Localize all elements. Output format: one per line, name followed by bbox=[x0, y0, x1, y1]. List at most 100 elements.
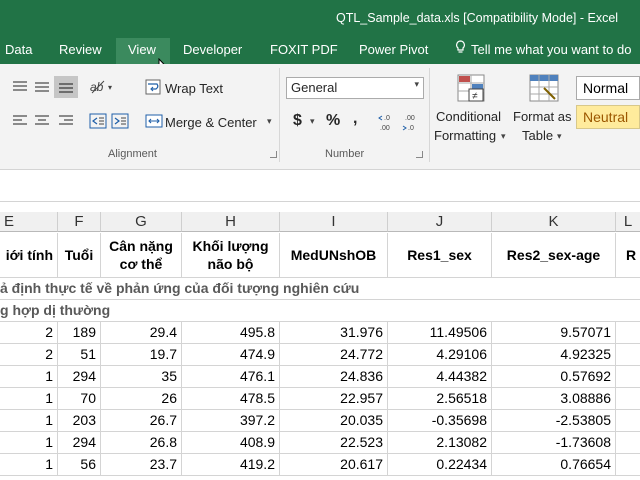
cell-res2-sex-age[interactable]: -1.73608 bbox=[492, 432, 616, 454]
column-header-h[interactable]: H bbox=[182, 212, 280, 232]
cell-body-weight[interactable]: 19.7 bbox=[101, 344, 182, 366]
tab-data[interactable]: Data bbox=[5, 38, 41, 64]
align-left-icon[interactable] bbox=[10, 112, 30, 130]
cell-body-weight[interactable]: 26.7 bbox=[101, 410, 182, 432]
column-header-i[interactable]: I bbox=[280, 212, 388, 232]
header-cell-body-weight[interactable]: Cân nặng cơ thể bbox=[101, 233, 182, 278]
cell-l[interactable] bbox=[616, 388, 640, 410]
format-as-table-icon[interactable] bbox=[527, 72, 561, 106]
align-bottom-button[interactable] bbox=[54, 76, 78, 98]
wrap-text-label[interactable]: Wrap Text bbox=[165, 81, 223, 96]
header-cell-gender[interactable]: iới tính bbox=[0, 233, 58, 278]
cell-body-weight[interactable]: 35 bbox=[101, 366, 182, 388]
cell-style-neutral[interactable]: Neutral bbox=[576, 105, 640, 129]
cell-brain-mass[interactable]: 495.8 bbox=[182, 322, 280, 344]
formula-bar[interactable] bbox=[0, 171, 640, 201]
currency-dropdown-icon[interactable]: ▾ bbox=[310, 116, 315, 127]
decrease-indent-icon[interactable] bbox=[88, 112, 108, 130]
conditional-formatting-label-1[interactable]: Conditional bbox=[436, 109, 501, 124]
tab-developer[interactable]: Developer bbox=[183, 38, 249, 64]
cell-age[interactable]: 189 bbox=[58, 322, 101, 344]
cell-l[interactable] bbox=[616, 322, 640, 344]
cell-res2-sex-age[interactable]: 4.92325 bbox=[492, 344, 616, 366]
orientation-icon[interactable]: ab ▾ bbox=[88, 77, 118, 95]
cell-brain-mass[interactable]: 397.2 bbox=[182, 410, 280, 432]
header-cell-l[interactable]: R bbox=[616, 233, 640, 278]
column-header-e[interactable]: E bbox=[0, 212, 58, 232]
cell-l[interactable] bbox=[616, 432, 640, 454]
cell-medunshob[interactable]: 22.523 bbox=[280, 432, 388, 454]
cell-res2-sex-age[interactable]: 3.08886 bbox=[492, 388, 616, 410]
cell-res1-sex[interactable]: 0.22434 bbox=[388, 454, 492, 476]
cell-body-weight[interactable]: 29.4 bbox=[101, 322, 182, 344]
section-row[interactable]: g hợp dị thường bbox=[0, 300, 640, 322]
cell-body-weight[interactable]: 23.7 bbox=[101, 454, 182, 476]
currency-button[interactable]: $ bbox=[293, 112, 302, 130]
conditional-formatting-icon[interactable]: ≠ bbox=[455, 72, 489, 106]
cell-l[interactable] bbox=[616, 410, 640, 432]
cell-medunshob[interactable]: 24.836 bbox=[280, 366, 388, 388]
cell-gender[interactable]: 1 bbox=[0, 366, 58, 388]
align-center-icon[interactable] bbox=[32, 112, 52, 130]
tab-foxit-pdf[interactable]: FOXIT PDF bbox=[270, 38, 340, 64]
number-format-select[interactable]: General ▾ bbox=[286, 77, 424, 99]
cell-gender[interactable]: 1 bbox=[0, 432, 58, 454]
cell-res2-sex-age[interactable]: 0.57692 bbox=[492, 366, 616, 388]
cell-medunshob[interactable]: 31.976 bbox=[280, 322, 388, 344]
cell-gender[interactable]: 1 bbox=[0, 410, 58, 432]
align-right-icon[interactable] bbox=[56, 112, 76, 130]
cell-brain-mass[interactable]: 408.9 bbox=[182, 432, 280, 454]
cell-age[interactable]: 70 bbox=[58, 388, 101, 410]
cell-res1-sex[interactable]: 11.49506 bbox=[388, 322, 492, 344]
cell-l[interactable] bbox=[616, 454, 640, 476]
cell-brain-mass[interactable]: 419.2 bbox=[182, 454, 280, 476]
format-as-table-label-1[interactable]: Format as bbox=[513, 109, 572, 124]
header-cell-medunshob[interactable]: MedUNshOB bbox=[280, 233, 388, 278]
merge-dropdown-icon[interactable]: ▾ bbox=[267, 116, 272, 127]
cell-body-weight[interactable]: 26.8 bbox=[101, 432, 182, 454]
cell-age[interactable]: 203 bbox=[58, 410, 101, 432]
cell-gender[interactable]: 2 bbox=[0, 344, 58, 366]
decrease-decimal-icon[interactable]: .00.0 bbox=[402, 111, 424, 133]
cell-res1-sex[interactable]: 4.44382 bbox=[388, 366, 492, 388]
percent-button[interactable]: % bbox=[326, 112, 340, 130]
cell-res1-sex[interactable]: -0.35698 bbox=[388, 410, 492, 432]
column-header-l[interactable]: L bbox=[616, 212, 640, 232]
column-header-k[interactable]: K bbox=[492, 212, 616, 232]
cell-l[interactable] bbox=[616, 344, 640, 366]
format-as-table-label-2[interactable]: Table bbox=[522, 128, 553, 143]
cell-res2-sex-age[interactable]: 0.76654 bbox=[492, 454, 616, 476]
cell-gender[interactable]: 2 bbox=[0, 322, 58, 344]
column-header-j[interactable]: J bbox=[388, 212, 492, 232]
cell-medunshob[interactable]: 22.957 bbox=[280, 388, 388, 410]
header-cell-res1-sex[interactable]: Res1_sex bbox=[388, 233, 492, 278]
cell-age[interactable]: 56 bbox=[58, 454, 101, 476]
tab-review[interactable]: Review bbox=[59, 38, 105, 64]
cell-gender[interactable]: 1 bbox=[0, 388, 58, 410]
tell-me-search[interactable]: Tell me what you want to do bbox=[455, 38, 631, 64]
header-cell-brain-mass[interactable]: Khối lượng não bộ bbox=[182, 233, 280, 278]
column-header-f[interactable]: F bbox=[58, 212, 101, 232]
header-cell-res2-sex-age[interactable]: Res2_sex-age bbox=[492, 233, 616, 278]
increase-decimal-icon[interactable]: .0.00 bbox=[378, 111, 400, 133]
wrap-text-icon[interactable] bbox=[144, 78, 164, 96]
cell-res2-sex-age[interactable]: 9.57071 bbox=[492, 322, 616, 344]
cell-res1-sex[interactable]: 2.13082 bbox=[388, 432, 492, 454]
column-header-g[interactable]: G bbox=[101, 212, 182, 232]
cell-style-normal[interactable]: Normal bbox=[576, 76, 640, 100]
cell-body-weight[interactable]: 26 bbox=[101, 388, 182, 410]
cell-age[interactable]: 294 bbox=[58, 432, 101, 454]
cell-age[interactable]: 51 bbox=[58, 344, 101, 366]
cell-medunshob[interactable]: 20.617 bbox=[280, 454, 388, 476]
conditional-formatting-label-2[interactable]: Formatting bbox=[434, 128, 496, 143]
merge-center-icon[interactable] bbox=[144, 112, 164, 130]
tab-power-pivot[interactable]: Power Pivot bbox=[359, 38, 435, 64]
comma-button[interactable]: , bbox=[353, 110, 357, 128]
cell-brain-mass[interactable]: 478.5 bbox=[182, 388, 280, 410]
cell-l[interactable] bbox=[616, 366, 640, 388]
format-as-table-dropdown-icon[interactable]: ▾ bbox=[557, 131, 562, 142]
merge-center-label[interactable]: Merge & Center bbox=[165, 115, 257, 130]
cell-age[interactable]: 294 bbox=[58, 366, 101, 388]
cell-res2-sex-age[interactable]: -2.53805 bbox=[492, 410, 616, 432]
increase-indent-icon[interactable] bbox=[110, 112, 130, 130]
